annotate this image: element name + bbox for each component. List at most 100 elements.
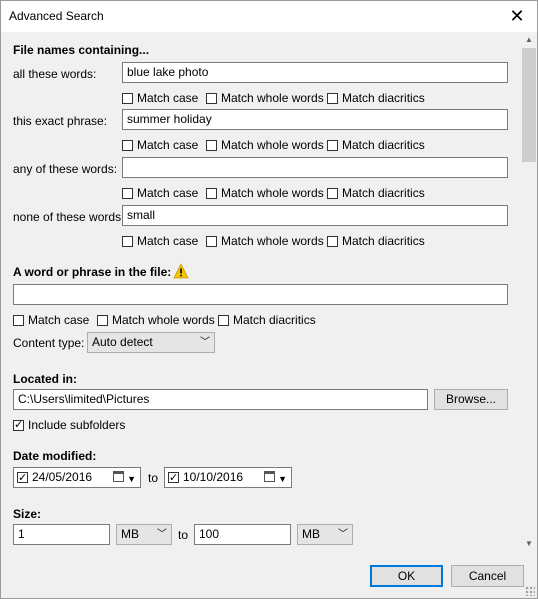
calendar-icon[interactable] [264, 471, 275, 482]
date-from-picker[interactable]: 24/05/2016 ▼ [13, 467, 141, 488]
cancel-button[interactable]: Cancel [451, 565, 524, 587]
date-to-label: to [148, 471, 159, 485]
exact-phrase-match-whole[interactable]: Match whole words [206, 138, 324, 152]
checkbox-label: Match whole words [221, 234, 324, 248]
chevron-down-icon[interactable]: ▼ [127, 471, 136, 488]
exact-phrase-match-diacritics[interactable]: Match diacritics [327, 138, 425, 152]
exact-phrase-match-case[interactable]: Match case [122, 138, 198, 152]
size-min-input[interactable]: 1 [13, 524, 110, 545]
all-words-match-case[interactable]: Match case [122, 91, 198, 105]
content-type-label: Content type: [13, 336, 85, 350]
checkbox[interactable] [218, 314, 229, 326]
scrollbar-thumb[interactable] [522, 48, 536, 162]
checkbox-label: Match case [28, 313, 90, 327]
all-words-label: all these words: [13, 67, 97, 81]
date-from-checkbox[interactable] [17, 470, 28, 487]
resize-grip-icon[interactable] [525, 586, 535, 596]
window-title: Advanced Search [9, 9, 104, 23]
date-to-picker[interactable]: 10/10/2016 ▼ [164, 467, 292, 488]
none-words-match-diacritics[interactable]: Match diacritics [327, 234, 425, 248]
checkbox[interactable] [13, 314, 24, 326]
warning-icon [173, 263, 189, 279]
chevron-down-icon: ﹀ [200, 337, 210, 348]
none-words-match-whole[interactable]: Match whole words [206, 234, 324, 248]
checkbox[interactable] [97, 314, 108, 326]
size-min-unit-value: MB [121, 527, 139, 541]
close-icon[interactable]: ✕ [505, 4, 529, 28]
exact-phrase-label: this exact phrase: [13, 114, 108, 128]
checkbox-label: Match whole words [221, 186, 324, 200]
checkbox-label: Match diacritics [342, 186, 425, 200]
exact-phrase-input[interactable]: summer holiday [122, 109, 508, 130]
form-content: File names containing... all these words… [1, 32, 521, 552]
size-to-label: to [178, 528, 189, 542]
checkbox-label: Match case [137, 234, 199, 248]
any-words-input[interactable] [122, 157, 508, 178]
ok-button[interactable]: OK [370, 565, 443, 587]
size-max-input[interactable]: 100 [194, 524, 291, 545]
checkbox-label: Match diacritics [342, 234, 425, 248]
content-match-diacritics[interactable]: Match diacritics [218, 313, 316, 327]
any-words-label: any of these words: [13, 162, 118, 176]
checkbox[interactable] [206, 92, 217, 104]
any-words-match-diacritics[interactable]: Match diacritics [327, 186, 425, 200]
chevron-down-icon[interactable]: ▼ [278, 471, 287, 488]
chevron-down-icon: ﹀ [338, 529, 348, 540]
checkbox-label: Match case [137, 91, 199, 105]
checkbox[interactable] [327, 187, 338, 199]
content-match-whole[interactable]: Match whole words [97, 313, 215, 327]
chevron-down-icon: ﹀ [157, 529, 167, 540]
none-words-input[interactable]: small [122, 205, 508, 226]
any-words-match-whole[interactable]: Match whole words [206, 186, 324, 200]
checkbox-label: Include subfolders [28, 418, 126, 432]
all-words-input[interactable]: blue lake photo [122, 62, 508, 83]
checkbox-label: Match whole words [221, 138, 324, 152]
checkbox-label: Match diacritics [342, 91, 425, 105]
vertical-scrollbar[interactable]: ▲ ▼ [521, 32, 537, 552]
content-phrase-input[interactable] [13, 284, 508, 305]
content-match-case[interactable]: Match case [13, 313, 89, 327]
location-path-input[interactable]: C:\Users\limited\Pictures [13, 389, 428, 410]
date-to-checkbox[interactable] [168, 470, 179, 487]
size-max-unit-value: MB [302, 527, 320, 541]
checkbox-label: Match case [137, 186, 199, 200]
content-type-select[interactable]: Auto detect ﹀ [87, 332, 215, 353]
size-heading: Size: [13, 507, 42, 521]
browse-button[interactable]: Browse... [434, 389, 508, 410]
checkbox[interactable] [122, 187, 133, 199]
checkbox-label: Match diacritics [342, 138, 425, 152]
checkbox[interactable] [206, 235, 217, 247]
checkbox[interactable] [327, 235, 338, 247]
checkbox[interactable] [122, 139, 133, 151]
advanced-search-window: Advanced Search ✕ File names containing.… [0, 0, 538, 599]
scroll-up-icon[interactable]: ▲ [521, 32, 537, 48]
calendar-icon[interactable] [113, 471, 124, 482]
checkbox[interactable] [327, 92, 338, 104]
date-to-value: 10/10/2016 [183, 470, 244, 484]
checkbox[interactable] [206, 139, 217, 151]
checkbox[interactable] [206, 187, 217, 199]
checkbox-label: Match diacritics [233, 313, 316, 327]
checkbox[interactable] [122, 92, 133, 104]
title-bar: Advanced Search ✕ [1, 1, 537, 32]
all-words-match-diacritics[interactable]: Match diacritics [327, 91, 425, 105]
all-words-match-whole[interactable]: Match whole words [206, 91, 324, 105]
content-search-heading: A word or phrase in the file: [13, 265, 172, 279]
none-words-match-case[interactable]: Match case [122, 234, 198, 248]
checkbox-label: Match case [137, 138, 199, 152]
content-type-value: Auto detect [92, 335, 153, 349]
none-words-label: none of these words: [13, 210, 125, 224]
include-subfolders-checkbox[interactable]: Include subfolders [13, 418, 125, 432]
size-max-unit-select[interactable]: MB ﹀ [297, 524, 353, 545]
checkbox[interactable] [122, 235, 133, 247]
date-from-value: 24/05/2016 [32, 470, 93, 484]
checkbox-label: Match whole words [112, 313, 215, 327]
scroll-down-icon[interactable]: ▼ [521, 536, 537, 552]
date-modified-heading: Date modified: [13, 449, 97, 463]
checkbox[interactable] [13, 418, 24, 431]
located-in-heading: Located in: [13, 372, 78, 386]
size-min-unit-select[interactable]: MB ﹀ [116, 524, 172, 545]
file-names-heading: File names containing... [13, 43, 150, 57]
any-words-match-case[interactable]: Match case [122, 186, 198, 200]
checkbox[interactable] [327, 139, 338, 151]
